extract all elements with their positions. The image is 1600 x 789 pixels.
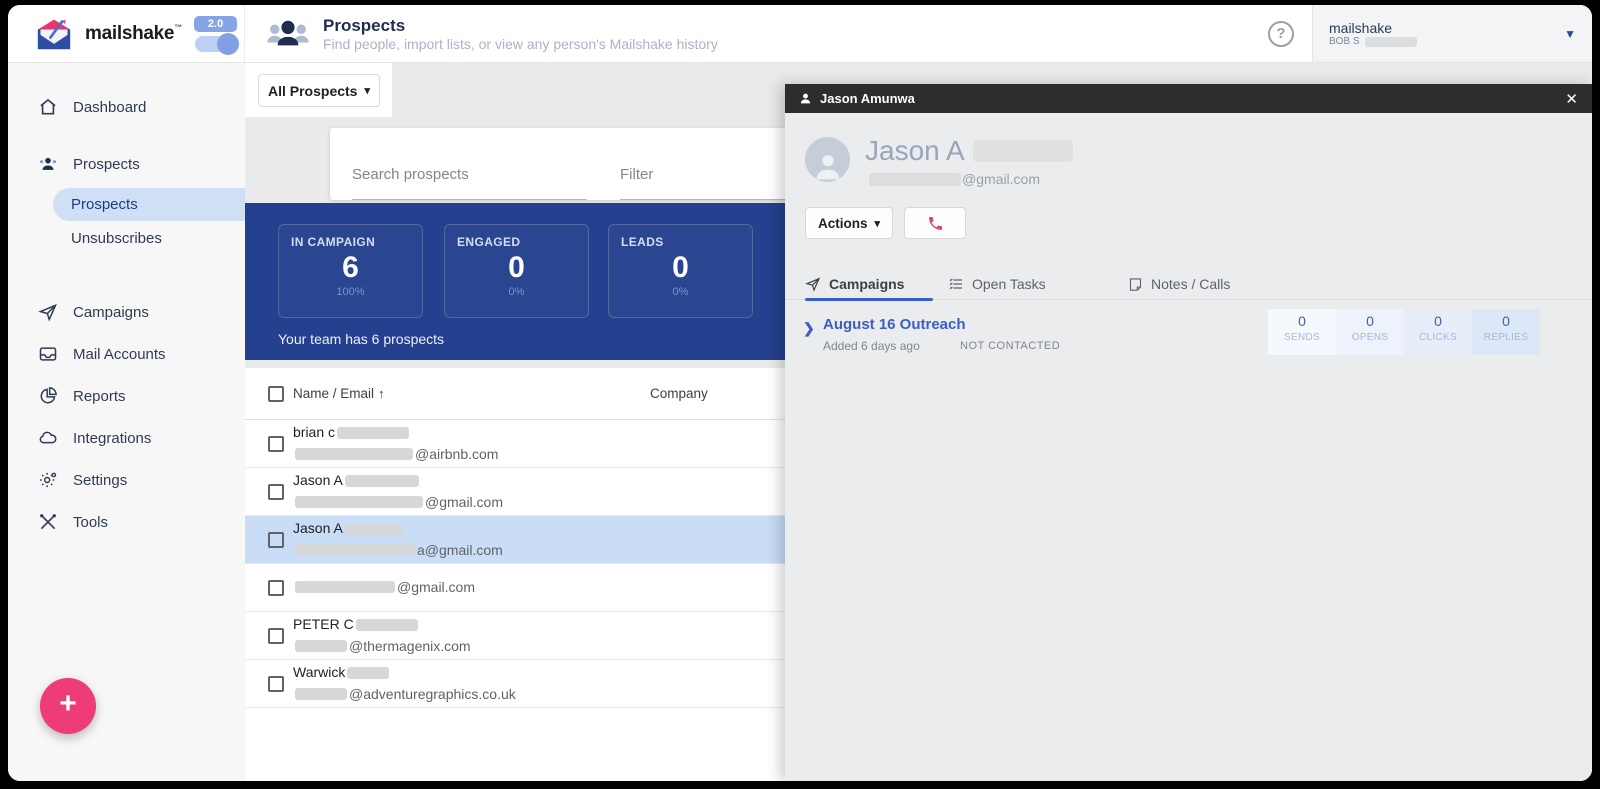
team-caption: Your team has 6 prospects <box>278 331 444 347</box>
panel-tabs: Campaigns Open Tasks Notes / Calls <box>785 268 1592 300</box>
sidebar-item-tools[interactable]: Tools <box>8 504 245 540</box>
email-redaction <box>869 173 961 186</box>
version-toggle-switch[interactable] <box>195 36 237 52</box>
row-checkbox[interactable] <box>268 484 284 500</box>
prospect-cell: Warwick@adventuregraphics.co.uk <box>293 662 516 705</box>
sidebar-item-integrations[interactable]: Integrations <box>8 420 245 456</box>
prospect-detail-panel: Jason Amunwa ✕ Jason A @gmail.com Action… <box>785 84 1592 781</box>
avatar-person-icon <box>811 150 845 182</box>
in-campaign-value: 6 <box>291 251 410 284</box>
prospect-email: @gmail.com <box>867 171 1040 187</box>
caret-down-icon: ▾ <box>364 84 370 97</box>
tab-notes-calls[interactable]: Notes / Calls <box>1128 268 1230 300</box>
app-window: mailshake™ 2.0 Prospects Find people, im… <box>8 5 1592 781</box>
row-checkbox[interactable] <box>268 532 284 548</box>
prospect-cell: Jason Aa@gmail.com <box>293 518 503 561</box>
tools-icon <box>38 512 58 532</box>
checklist-icon <box>948 276 964 292</box>
inbox-icon <box>38 344 58 364</box>
logo-wordmark: mailshake™ <box>85 23 182 45</box>
toggle-knob <box>217 33 239 55</box>
panel-title: Jason Amunwa <box>820 91 915 106</box>
prospect-name: Jason A <box>865 135 1075 167</box>
campaign-link[interactable]: August 16 Outreach <box>823 316 966 333</box>
version-toggle[interactable]: 2.0 <box>194 16 237 52</box>
help-icon[interactable]: ? <box>1268 21 1294 47</box>
filter-toolbar: All Prospects ▾ <box>245 63 392 117</box>
sidebar-item-prospects[interactable]: Prospects <box>8 146 245 182</box>
page-subtitle: Find people, import lists, or view any p… <box>323 36 718 52</box>
panel-body: Jason A @gmail.com Actions ▾ Campaigns O… <box>785 113 1592 781</box>
tab-open-tasks[interactable]: Open Tasks <box>948 268 1046 300</box>
engaged-value: 0 <box>457 251 576 284</box>
row-checkbox[interactable] <box>268 676 284 692</box>
column-name-email[interactable]: Name / Email <box>293 386 374 401</box>
sidebar-item-prospects-sub[interactable]: Prospects <box>53 188 245 221</box>
version-badge: 2.0 <box>194 16 237 32</box>
page-title: Prospects <box>323 15 718 36</box>
sort-asc-icon[interactable]: ↑ <box>378 386 385 401</box>
brand-area[interactable]: mailshake™ 2.0 <box>8 5 245 62</box>
prospect-cell: Jason A@gmail.com <box>293 470 503 513</box>
row-checkbox[interactable] <box>268 628 284 644</box>
campaign-stat-clicks: 0CLICKS <box>1404 309 1472 355</box>
panel-titlebar: Jason Amunwa ✕ <box>785 84 1592 113</box>
column-company[interactable]: Company <box>650 386 708 401</box>
campaign-status-badge: NOT CONTACTED <box>960 340 1060 352</box>
call-button[interactable] <box>904 207 966 239</box>
sidebar-item-unsubscribes[interactable]: Unsubscribes <box>8 221 245 255</box>
note-icon <box>1128 277 1143 292</box>
cloud-icon <box>38 428 58 448</box>
stat-card-leads: LEADS 0 0% <box>608 224 753 318</box>
pie-chart-icon <box>38 386 58 406</box>
campaign-stat-opens: 0OPENS <box>1336 309 1404 355</box>
avatar <box>805 137 850 182</box>
sidebar-item-settings[interactable]: Settings <box>8 462 245 498</box>
prospect-cell: PETER C@thermagenix.com <box>293 614 471 657</box>
prospects-header-icon <box>265 17 311 51</box>
search-input[interactable] <box>352 158 587 200</box>
sidebar: Dashboard Prospects Prospects Unsubscrib… <box>8 63 245 781</box>
sidebar-item-mail-accounts[interactable]: Mail Accounts <box>8 336 245 372</box>
campaign-added: Added 6 days ago <box>823 339 920 353</box>
sidebar-item-campaigns[interactable]: Campaigns <box>8 294 245 330</box>
all-prospects-dropdown[interactable]: All Prospects ▾ <box>258 74 380 107</box>
actions-button[interactable]: Actions ▾ <box>805 207 893 239</box>
send-icon <box>805 276 821 292</box>
chevron-right-icon[interactable]: ❯ <box>803 320 815 337</box>
person-icon <box>799 92 812 105</box>
caret-down-icon: ▾ <box>874 217 880 230</box>
active-tab-indicator <box>805 298 933 301</box>
gear-icon <box>38 470 58 490</box>
stat-card-engaged: ENGAGED 0 0% <box>444 224 589 318</box>
tab-campaigns[interactable]: Campaigns <box>805 268 904 300</box>
top-header: mailshake™ 2.0 Prospects Find people, im… <box>8 5 1592 63</box>
leads-value: 0 <box>621 251 740 284</box>
close-icon[interactable]: ✕ <box>1565 90 1578 108</box>
select-all-checkbox[interactable] <box>268 386 284 402</box>
add-prospect-fab[interactable]: + <box>40 678 96 734</box>
account-user-name: BOB S <box>1329 36 1419 47</box>
account-org-name: mailshake <box>1329 20 1419 37</box>
prospect-cell: @gmail.com <box>293 577 475 599</box>
account-caret-icon: ▼ <box>1564 27 1576 41</box>
sidebar-item-dashboard[interactable]: Dashboard <box>8 89 245 125</box>
campaign-stat-sends: 0SENDS <box>1268 309 1336 355</box>
mailshake-logo-icon <box>32 16 76 52</box>
name-redaction <box>973 140 1073 162</box>
campaign-stat-replies: 0REPLIES <box>1472 309 1540 355</box>
users-icon <box>38 154 58 174</box>
prospect-cell: brian c@airbnb.com <box>293 422 498 465</box>
send-icon <box>38 302 58 322</box>
sidebar-item-reports[interactable]: Reports <box>8 378 245 414</box>
phone-icon <box>927 215 944 232</box>
page-heading: Prospects Find people, import lists, or … <box>245 5 718 62</box>
stat-card-in-campaign: IN CAMPAIGN 6 100% <box>278 224 423 318</box>
row-checkbox[interactable] <box>268 436 284 452</box>
home-icon <box>38 97 58 117</box>
account-menu[interactable]: mailshake BOB S ▼ <box>1312 5 1592 62</box>
row-checkbox[interactable] <box>268 580 284 596</box>
campaign-stats: 0SENDS0OPENS0CLICKS0REPLIES <box>1268 309 1540 355</box>
